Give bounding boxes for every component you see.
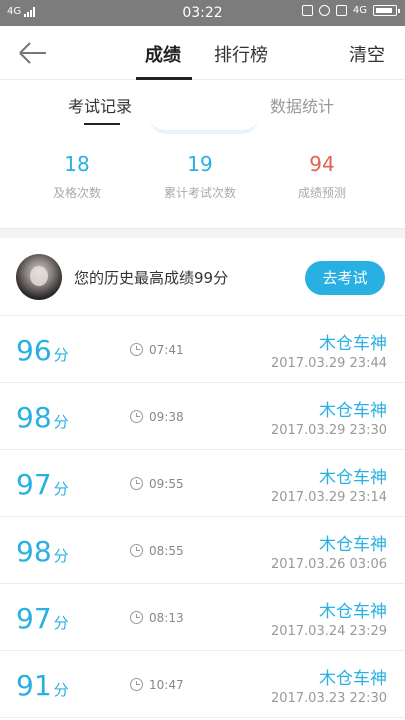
alarm-icon — [318, 5, 330, 16]
list-item[interactable]: 91 分 10:47 木仓车神 2017.03.23 22:30 — [0, 651, 405, 718]
clock-icon — [130, 477, 143, 490]
stat-value: 18 — [64, 152, 90, 176]
clear-button[interactable]: 清空 — [349, 41, 385, 67]
record-datetime: 2017.03.29 23:44 — [270, 356, 387, 371]
clock-icon — [130, 343, 143, 356]
record-duration: 08:13 — [149, 611, 184, 625]
list-item[interactable]: 98 分 09:38 木仓车神 2017.03.29 23:30 — [0, 383, 405, 450]
list-item[interactable]: 97 分 09:55 木仓车神 2017.03.29 23:14 — [0, 450, 405, 517]
network-type-right: 4G — [352, 5, 367, 16]
record-user-name: 木仓车神 — [319, 401, 387, 421]
stats-panel: 18 及格次数 19 累计考试次数 94 成绩预测 — [0, 126, 405, 228]
record-datetime: 2017.03.29 23:14 — [270, 490, 387, 505]
best-score-bar: 您的历史最高成绩99分 去考试 — [0, 238, 405, 316]
record-user-name: 木仓车神 — [319, 334, 387, 354]
stat-label: 累计考试次数 — [163, 186, 236, 200]
stat-value: 19 — [187, 152, 213, 176]
record-score: 98 分 — [16, 401, 69, 434]
clock-icon — [130, 544, 143, 557]
list-item[interactable]: 97 分 08:13 木仓车神 2017.03.24 23:29 — [0, 584, 405, 651]
record-score: 97 分 — [16, 468, 69, 501]
record-user-name: 木仓车神 — [319, 468, 387, 488]
record-duration: 08:55 — [149, 544, 184, 558]
record-datetime: 2017.03.24 23:29 — [270, 624, 387, 639]
record-datetime: 2017.03.29 23:30 — [270, 423, 387, 438]
list-item[interactable]: 96 分 07:41 木仓车神 2017.03.29 23:44 — [0, 316, 405, 383]
record-duration: 09:38 — [149, 410, 184, 424]
stat-total-exams: 19 累计考试次数 — [135, 152, 265, 201]
record-score: 98 分 — [16, 535, 69, 568]
stat-label: 及格次数 — [52, 186, 101, 200]
list-item[interactable]: 98 分 08:55 木仓车神 2017.03.26 03:06 — [0, 517, 405, 584]
subtab-indicator — [84, 123, 120, 125]
record-user-name: 木仓车神 — [319, 535, 387, 555]
record-duration: 07:41 — [149, 343, 184, 357]
status-bar: 4G 03:22 4G — [0, 0, 405, 26]
clock-icon — [130, 678, 143, 691]
record-datetime: 2017.03.26 03:06 — [270, 557, 387, 572]
record-score: 91 分 — [16, 669, 69, 702]
sim-icon — [335, 5, 347, 16]
vibrate-icon — [301, 5, 313, 16]
back-arrow-icon[interactable] — [16, 38, 50, 68]
record-duration: 09:55 — [149, 477, 184, 491]
record-user-name: 木仓车神 — [319, 602, 387, 622]
clock-icon — [130, 410, 143, 423]
battery-icon — [373, 5, 400, 16]
record-duration: 10:47 — [149, 678, 184, 692]
stat-score-prediction: 94 成绩预测 — [257, 152, 387, 201]
stat-value: 94 — [309, 152, 335, 176]
section-divider — [0, 228, 405, 238]
stat-label: 成绩预测 — [297, 186, 346, 200]
app-header: 成绩 排行榜 清空 — [0, 26, 405, 80]
exam-record-list: 96 分 07:41 木仓车神 2017.03.29 23:44 98 分 09:3… — [0, 316, 405, 718]
subtab-exam-records[interactable]: 考试记录 — [68, 93, 132, 117]
avatar — [16, 254, 62, 300]
gauge-arc — [150, 118, 258, 134]
best-score-text: 您的历史最高成绩99分 — [74, 269, 229, 287]
clock-icon — [130, 611, 143, 624]
take-exam-button[interactable]: 去考试 — [305, 261, 385, 295]
status-right: 4G — [301, 5, 400, 16]
record-user-name: 木仓车神 — [319, 669, 387, 689]
tab-score[interactable]: 成绩 — [145, 41, 181, 67]
stat-pass-count: 18 及格次数 — [12, 152, 142, 201]
record-score: 97 分 — [16, 602, 69, 635]
subtab-data-statistics[interactable]: 数据统计 — [270, 93, 334, 117]
record-datetime: 2017.03.23 22:30 — [270, 691, 387, 706]
tab-ranking[interactable]: 排行榜 — [214, 41, 268, 67]
record-score: 96 分 — [16, 334, 69, 367]
